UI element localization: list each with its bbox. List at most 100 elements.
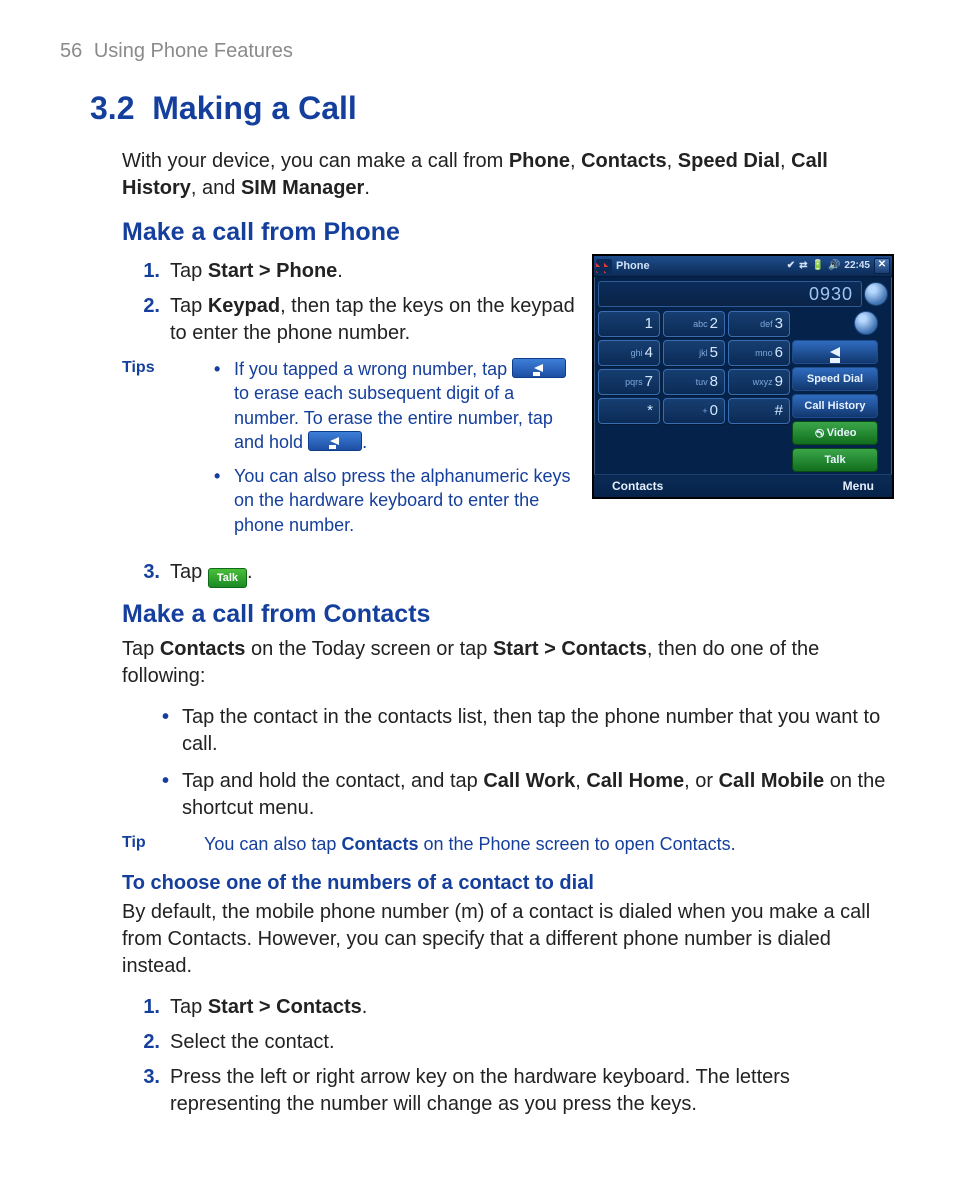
step-3: 3. Press the left or right arrow key on … bbox=[122, 1064, 894, 1118]
erase-icon bbox=[308, 431, 362, 451]
speed-dial-button[interactable]: Speed Dial bbox=[792, 367, 878, 391]
tips-bullets: If you tapped a wrong number, tap to era… bbox=[192, 357, 584, 547]
key-sub: ghi bbox=[631, 347, 643, 359]
key-main: 9 bbox=[775, 372, 783, 392]
intro-paragraph: With your device, you can make a call fr… bbox=[122, 148, 894, 202]
txt: . bbox=[362, 996, 368, 1018]
talk-button[interactable]: Talk bbox=[792, 448, 878, 472]
txt: on the Today screen or tap bbox=[245, 638, 493, 660]
clock-text: 22:45 bbox=[844, 259, 870, 273]
key-main: 4 bbox=[645, 343, 653, 363]
bullet-text: Tap the contact in the contacts list, th… bbox=[182, 706, 880, 755]
tips-label: Tips bbox=[122, 357, 192, 547]
sep: , bbox=[570, 150, 581, 172]
txt-bold: Contacts bbox=[341, 834, 418, 854]
key-sub: wxyz bbox=[753, 376, 773, 388]
key-sub: def bbox=[760, 318, 773, 330]
close-button[interactable]: ✕ bbox=[874, 258, 890, 274]
tip-text: You can also press the alphanumeric keys… bbox=[234, 466, 571, 535]
key-9[interactable]: wxyz9 bbox=[728, 369, 790, 395]
key-2[interactable]: abc2 bbox=[663, 311, 725, 337]
key-sub: tuv bbox=[696, 376, 708, 388]
step-text: Select the contact. bbox=[170, 1029, 894, 1056]
key-hash[interactable]: # bbox=[728, 398, 790, 424]
phone-screenshot: Phone ✔ ⇄ 🔋 🔊 22:45 ✕ 0930 bbox=[592, 254, 894, 499]
phone-topbar: Phone ✔ ⇄ 🔋 🔊 22:45 ✕ bbox=[594, 256, 892, 277]
section-name: Making a Call bbox=[152, 90, 357, 126]
phone-app-title: Phone bbox=[616, 259, 787, 274]
step-text: Tap Start > Phone. bbox=[170, 258, 584, 285]
txt: Tap bbox=[170, 295, 208, 317]
key-7[interactable]: pqrs7 bbox=[598, 369, 660, 395]
key-star[interactable]: * bbox=[598, 398, 660, 424]
content-body: With your device, you can make a call fr… bbox=[122, 148, 894, 1118]
txt-bold: Call Mobile bbox=[719, 770, 825, 792]
video-call-button[interactable]: ✆Video bbox=[792, 421, 878, 445]
txt-bold: Start > Contacts bbox=[493, 638, 647, 660]
step-number: 2. bbox=[122, 293, 170, 347]
contacts-tip: Tip You can also tap Contacts on the Pho… bbox=[122, 832, 894, 856]
key-3[interactable]: def3 bbox=[728, 311, 790, 337]
arrow-left-icon bbox=[830, 347, 840, 357]
side-round-icon[interactable] bbox=[854, 311, 878, 335]
erase-button[interactable] bbox=[792, 340, 878, 364]
step-text: Tap Talk. bbox=[170, 559, 894, 588]
step-1: 1. Tap Start > Phone. bbox=[122, 258, 584, 285]
erase-icon bbox=[512, 358, 566, 378]
key-0[interactable]: +0 bbox=[663, 398, 725, 424]
tip-item-1: If you tapped a wrong number, tap to era… bbox=[214, 357, 584, 454]
talk-icon: Talk bbox=[208, 568, 247, 588]
key-main: 2 bbox=[710, 314, 718, 334]
step-text: Tap Start > Contacts. bbox=[170, 994, 894, 1021]
status-icon: 🔋 bbox=[812, 259, 824, 273]
phone-main: 1 abc2 def3 ghi4 jkl5 mno6 pqrs7 tuv8 wx… bbox=[594, 309, 892, 474]
contacts-lead: Tap Contacts on the Today screen or tap … bbox=[122, 636, 894, 690]
txt-bold: Call Home bbox=[586, 770, 684, 792]
steps-choose-number: 1. Tap Start > Contacts. 2. Select the c… bbox=[122, 994, 894, 1118]
tip-text: . bbox=[362, 432, 367, 452]
status-icon: 🔊 bbox=[828, 259, 840, 273]
step-1: 1. Tap Start > Contacts. bbox=[122, 994, 894, 1021]
tip-text: You can also tap Contacts on the Phone s… bbox=[204, 832, 736, 856]
status-icon: ⇄ bbox=[799, 259, 807, 273]
section-title: 3.2 Making a Call bbox=[90, 87, 894, 130]
contacts-bullets: Tap the contact in the contacts list, th… bbox=[122, 704, 894, 822]
key-8[interactable]: tuv8 bbox=[663, 369, 725, 395]
call-history-button[interactable]: Call History bbox=[792, 394, 878, 418]
softkey-contacts[interactable]: Contacts bbox=[612, 478, 663, 494]
key-5[interactable]: jkl5 bbox=[663, 340, 725, 366]
phone-screenshot-wrap: Phone ✔ ⇄ 🔋 🔊 22:45 ✕ 0930 bbox=[592, 254, 894, 499]
key-sub: + bbox=[702, 405, 707, 417]
manual-page: 56 Using Phone Features 3.2 Making a Cal… bbox=[0, 0, 954, 1186]
intro-source-speed-dial: Speed Dial bbox=[678, 150, 780, 172]
key-4[interactable]: ghi4 bbox=[598, 340, 660, 366]
phone-display-row: 0930 bbox=[594, 277, 892, 309]
intro-source-phone: Phone bbox=[509, 150, 570, 172]
dial-round-icon[interactable] bbox=[864, 282, 888, 306]
key-1[interactable]: 1 bbox=[598, 311, 660, 337]
key-main: * bbox=[647, 401, 653, 421]
txt: Tap bbox=[170, 996, 208, 1018]
sep: , and bbox=[191, 177, 241, 199]
subhead-make-call-phone: Make a call from Phone bbox=[122, 216, 894, 250]
key-main: 6 bbox=[775, 343, 783, 363]
key-sub: abc bbox=[693, 318, 708, 330]
key-6[interactable]: mno6 bbox=[728, 340, 790, 366]
tip-label: Tip bbox=[122, 832, 204, 856]
subsubhead-choose-number: To choose one of the numbers of a contac… bbox=[122, 870, 894, 897]
section-number: 3.2 bbox=[90, 90, 134, 126]
intro-source-sim-manager: SIM Manager bbox=[241, 177, 364, 199]
step-number: 3. bbox=[122, 1064, 170, 1118]
intro-source-contacts: Contacts bbox=[581, 150, 667, 172]
softkey-menu[interactable]: Menu bbox=[843, 478, 874, 494]
step-number: 1. bbox=[122, 258, 170, 285]
txt: Tap bbox=[170, 561, 208, 583]
phone-number-display: 0930 bbox=[598, 281, 862, 307]
windows-flag-icon bbox=[596, 259, 612, 273]
key-sub: pqrs bbox=[625, 376, 643, 388]
step-2: 2. Select the contact. bbox=[122, 1029, 894, 1056]
contacts-bullet-1: Tap the contact in the contacts list, th… bbox=[162, 704, 894, 758]
key-main: # bbox=[775, 401, 783, 421]
sep: , bbox=[780, 150, 791, 172]
status-icons: ✔ ⇄ 🔋 🔊 22:45 bbox=[787, 259, 870, 273]
